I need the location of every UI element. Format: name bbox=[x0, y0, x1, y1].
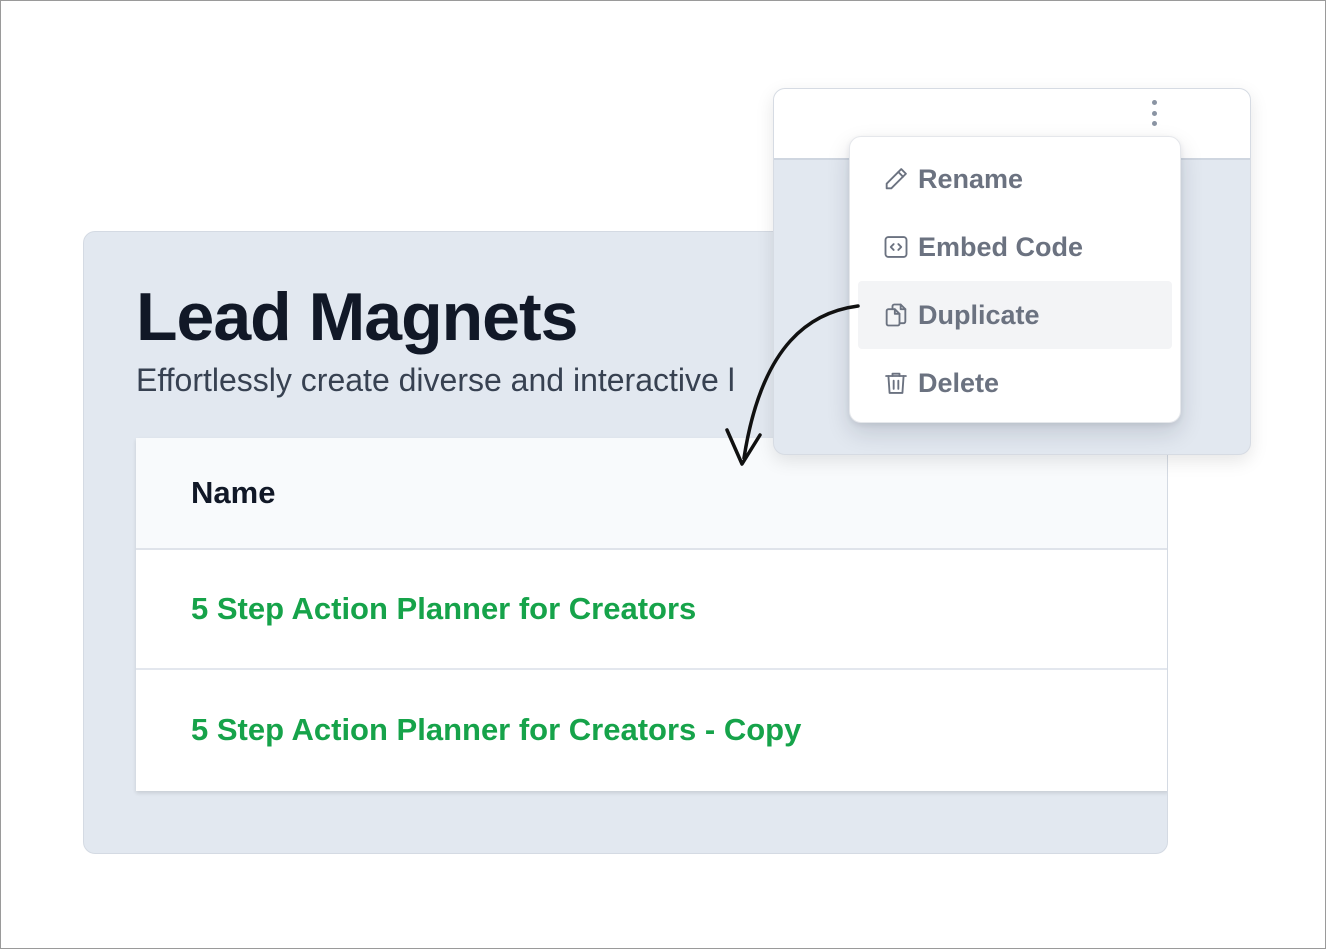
menu-item-rename[interactable]: Rename bbox=[858, 145, 1172, 213]
more-options-button[interactable] bbox=[1144, 98, 1164, 128]
lead-magnet-link[interactable]: 5 Step Action Planner for Creators - Cop… bbox=[191, 712, 801, 748]
menu-item-embed-code[interactable]: Embed Code bbox=[858, 213, 1172, 281]
pencil-icon bbox=[885, 168, 907, 190]
menu-item-delete[interactable]: Delete bbox=[858, 349, 1172, 417]
table-row[interactable]: 5 Step Action Planner for Creators bbox=[136, 550, 1167, 670]
table-row[interactable]: 5 Step Action Planner for Creators - Cop… bbox=[136, 670, 1167, 789]
menu-item-label: Rename bbox=[918, 163, 1024, 194]
kebab-dot-icon bbox=[1151, 110, 1157, 116]
page-title: Lead Magnets bbox=[136, 279, 578, 355]
actions-dropdown-menu: Rename Embed Code Duplicate Delete bbox=[849, 136, 1181, 423]
menu-item-label: Duplicate bbox=[918, 299, 1040, 330]
lead-magnet-link[interactable]: 5 Step Action Planner for Creators bbox=[191, 591, 696, 627]
menu-item-label: Delete bbox=[918, 367, 1000, 398]
menu-item-duplicate[interactable]: Duplicate bbox=[858, 281, 1172, 349]
trash-icon bbox=[885, 372, 907, 394]
code-icon bbox=[884, 236, 908, 258]
lead-magnets-table: Name 5 Step Action Planner for Creators … bbox=[136, 438, 1167, 791]
copy-icon bbox=[885, 303, 907, 327]
menu-item-label: Embed Code bbox=[918, 231, 1084, 262]
page-subtitle: Effortlessly create diverse and interact… bbox=[136, 362, 735, 398]
kebab-dot-icon bbox=[1151, 121, 1157, 126]
kebab-dot-icon bbox=[1151, 100, 1157, 105]
column-header-name[interactable]: Name bbox=[191, 475, 275, 511]
